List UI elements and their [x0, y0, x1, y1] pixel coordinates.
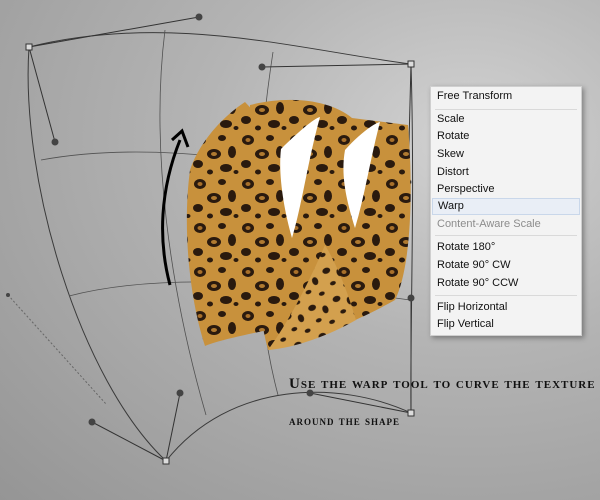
menu-separator [435, 235, 577, 236]
transform-context-menu[interactable]: Free Transform Scale Rotate Skew Distort… [430, 86, 582, 336]
menu-item-distort[interactable]: Distort [432, 164, 580, 181]
caption-line-2: around the shape [289, 413, 401, 428]
menu-item-content-aware-scale[interactable]: Content-Aware Scale [432, 216, 580, 233]
menu-item-perspective[interactable]: Perspective [432, 181, 580, 198]
caption-line-1: Use the warp tool to curve the texture [289, 376, 596, 392]
menu-separator [435, 109, 577, 110]
menu-item-flip-vertical[interactable]: Flip Vertical [432, 316, 580, 333]
leopard-texture-image [186, 99, 411, 350]
menu-item-rotate-180[interactable]: Rotate 180° [432, 239, 580, 256]
curved-arrow-icon [161, 128, 190, 286]
menu-item-rotate-90-ccw[interactable]: Rotate 90° CCW [432, 275, 580, 292]
menu-item-free-transform[interactable]: Free Transform [432, 88, 580, 105]
menu-item-warp[interactable]: Warp [432, 198, 580, 215]
menu-item-rotate-90-cw[interactable]: Rotate 90° CW [432, 257, 580, 274]
menu-item-flip-horizontal[interactable]: Flip Horizontal [432, 299, 580, 316]
menu-separator [435, 295, 577, 296]
menu-item-skew[interactable]: Skew [432, 146, 580, 163]
menu-item-scale[interactable]: Scale [432, 111, 580, 128]
menu-item-rotate[interactable]: Rotate [432, 128, 580, 145]
